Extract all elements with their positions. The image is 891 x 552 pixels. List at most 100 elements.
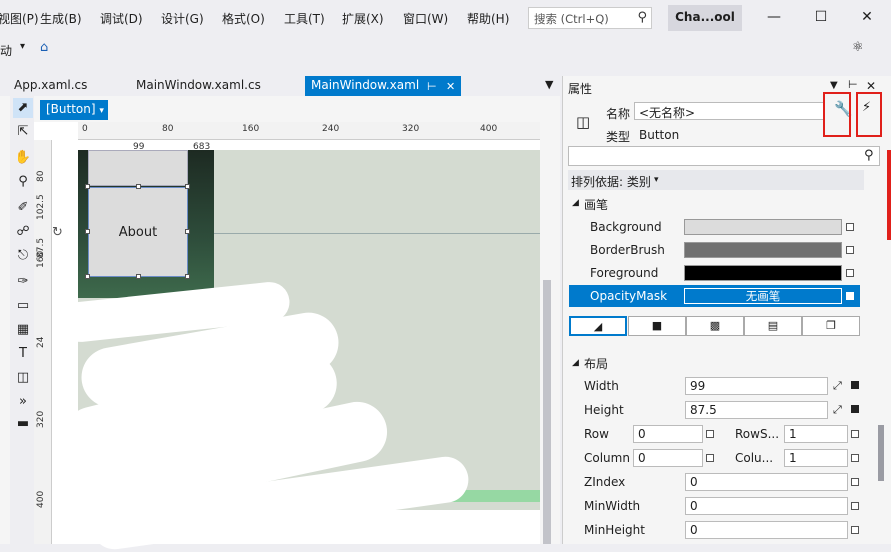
background-swatch[interactable] [684, 219, 842, 235]
home-icon[interactable]: ⌂ [40, 40, 48, 55]
dimension-right: 683 [193, 142, 211, 152]
resize-handle[interactable] [185, 229, 190, 234]
pen-icon[interactable]: ✑ [13, 272, 33, 292]
advanced-option-icon[interactable] [846, 246, 854, 254]
panel-dropdown-icon[interactable]: ▼ [830, 80, 838, 91]
menu-window[interactable]: 窗口(W) [403, 10, 448, 27]
menu-tools[interactable]: 工具(T) [284, 10, 325, 27]
toolbar-item[interactable]: 动 [0, 42, 12, 59]
pin-icon[interactable]: ⊢ [427, 80, 437, 93]
menu-format[interactable]: 格式(O) [222, 10, 265, 27]
eyedropper-icon[interactable]: ✐ [13, 198, 33, 218]
advanced-option-icon[interactable] [846, 223, 854, 231]
menu-extensions[interactable]: 扩展(X) [342, 10, 384, 27]
search-input[interactable]: 搜索 (Ctrl+Q) ⚲ [528, 7, 652, 29]
element-selector[interactable]: [Button] ▾ [40, 100, 108, 120]
grid-icon[interactable]: ▦ [13, 320, 33, 340]
menu-view[interactable]: 视图(P) [0, 10, 39, 27]
pin-icon[interactable]: ⊢ [848, 78, 858, 91]
zindex-field[interactable]: 0 [685, 473, 848, 491]
horizontal-ruler: 0 80 160 240 320 400 [78, 122, 540, 140]
toolbar: 动 ▾ ⌂ ⚛ [0, 36, 891, 64]
panel-close-icon[interactable]: ✕ [866, 79, 876, 93]
marker-icon[interactable] [851, 381, 859, 389]
zoom-icon[interactable]: ⚲ [13, 172, 33, 192]
gradient-brush-tab[interactable]: ▩ [686, 316, 744, 336]
tab-mainwindow-xaml[interactable]: MainWindow.xaml [305, 76, 461, 96]
minheight-field[interactable]: 0 [685, 521, 848, 539]
resize-handle[interactable] [85, 274, 90, 279]
pan-icon[interactable]: ✋ [13, 148, 33, 168]
sort-dropdown[interactable]: 排列依据: 类别 [571, 173, 651, 190]
select-icon[interactable]: ⬈ [13, 98, 33, 118]
tab-app-xaml-cs[interactable]: App.xaml.cs [14, 76, 87, 96]
no-brush-tab[interactable]: ◢ [569, 316, 627, 336]
dropdown-icon[interactable]: ▾ [20, 41, 25, 52]
resize-handle[interactable] [85, 184, 90, 189]
colspan-field[interactable]: 1 [784, 449, 848, 467]
eraser-icon[interactable]: ⎋ [13, 246, 33, 266]
name-field[interactable]: <无名称> [634, 102, 824, 120]
advanced-option-icon[interactable] [851, 526, 859, 534]
collapse-icon[interactable]: ◢ [572, 198, 579, 208]
rotate-icon[interactable]: ↻ [52, 225, 63, 240]
about-button[interactable]: About [88, 187, 188, 277]
name-label: 名称 [606, 107, 631, 121]
advanced-option-icon[interactable] [846, 269, 854, 277]
image-brush-tab[interactable]: ▤ [744, 316, 802, 336]
advanced-option-icon[interactable] [706, 430, 714, 438]
vertical-scrollbar[interactable] [543, 280, 551, 544]
opacitymask-value[interactable]: 无画笔 [684, 288, 842, 304]
column-field[interactable]: 0 [633, 449, 703, 467]
collapse-icon[interactable]: ◢ [572, 358, 579, 368]
row-field[interactable]: 0 [633, 425, 703, 443]
advanced-option-icon[interactable] [706, 454, 714, 462]
expand-icon[interactable]: » [13, 392, 33, 412]
menu-design[interactable]: 设计(G) [161, 10, 204, 27]
direct-select-icon[interactable]: ⇱ [13, 122, 33, 142]
feedback-icon[interactable]: ⚛ [852, 40, 864, 55]
width-field[interactable]: 99 [685, 377, 828, 395]
tab-list-icon[interactable]: ▼ [545, 78, 553, 91]
width-label: Width [584, 379, 619, 393]
text-icon[interactable]: T [13, 344, 33, 364]
rowspan-field[interactable]: 1 [784, 425, 848, 443]
resize-handle[interactable] [85, 229, 90, 234]
height-field[interactable]: 87.5 [685, 401, 828, 419]
resize-handle[interactable] [136, 274, 141, 279]
background-label: Background [590, 220, 662, 234]
element-type-icon: ◫ [576, 113, 591, 131]
menu-debug[interactable]: 调试(D) [100, 10, 143, 27]
resize-handle[interactable] [185, 274, 190, 279]
advanced-option-icon[interactable] [851, 454, 859, 462]
resize-handle[interactable] [185, 184, 190, 189]
button-top[interactable] [88, 150, 188, 186]
marker-icon[interactable] [851, 405, 859, 413]
solid-brush-tab[interactable]: ■ [628, 316, 686, 336]
rectangle-icon[interactable]: ▭ [13, 296, 33, 316]
property-search-input[interactable] [568, 146, 880, 166]
advanced-option-icon[interactable] [851, 478, 859, 486]
tab-mainwindow-xaml-cs[interactable]: MainWindow.xaml.cs [136, 76, 261, 96]
control-icon[interactable]: ◫ [13, 368, 33, 388]
visual-brush-tab[interactable]: ❐ [802, 316, 860, 336]
minwidth-field[interactable]: 0 [685, 497, 848, 515]
menu-build[interactable]: 生成(B) [40, 10, 82, 27]
tab-close-icon[interactable]: ✕ [446, 80, 455, 93]
borderbrush-swatch[interactable] [684, 242, 842, 258]
chevron-down-icon[interactable]: ▾ [654, 175, 659, 185]
menu-help[interactable]: 帮助(H) [467, 10, 509, 27]
asset-icon[interactable]: ▬ [13, 414, 33, 434]
auto-size-icon[interactable]: ⤢ [833, 403, 842, 417]
paint-bucket-icon[interactable]: ☍ [13, 222, 33, 242]
foreground-swatch[interactable] [684, 265, 842, 281]
advanced-option-icon[interactable] [851, 430, 859, 438]
maximize-icon[interactable]: ☐ [811, 9, 831, 25]
auto-size-icon[interactable]: ⤢ [833, 379, 842, 393]
properties-scrollbar[interactable] [878, 425, 884, 481]
advanced-option-icon[interactable] [846, 292, 854, 300]
close-icon[interactable]: ✕ [857, 9, 877, 25]
resize-handle[interactable] [136, 184, 141, 189]
advanced-option-icon[interactable] [851, 502, 859, 510]
minimize-icon[interactable]: — [764, 9, 784, 25]
